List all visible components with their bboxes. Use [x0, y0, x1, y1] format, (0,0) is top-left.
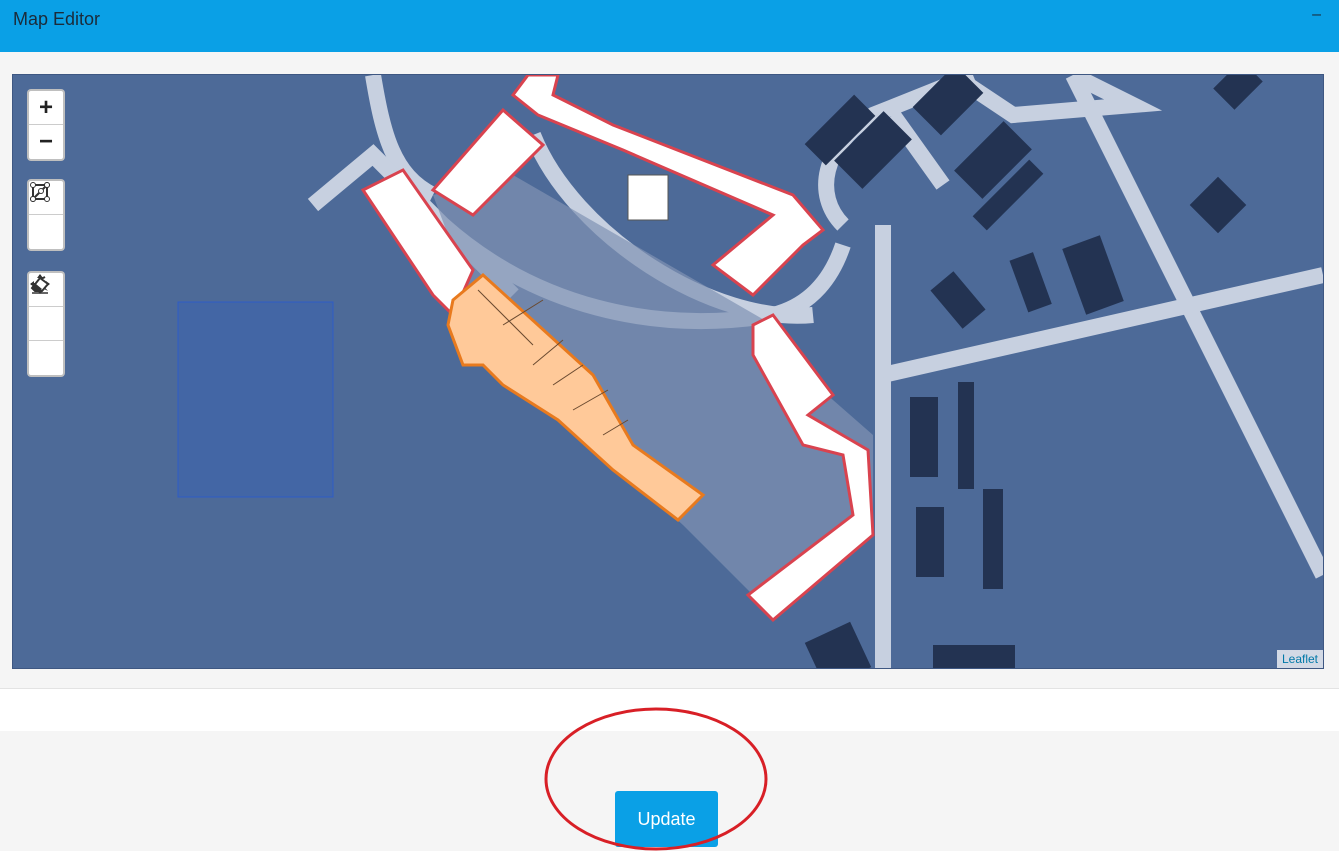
minimize-button[interactable]: –: [1312, 6, 1321, 24]
window-title: Map Editor: [13, 9, 101, 29]
eraser-icon: [30, 276, 50, 294]
zoom-out-button[interactable]: −: [29, 125, 63, 159]
map-attribution[interactable]: Leaflet: [1276, 650, 1323, 668]
edit-toolbar: [27, 271, 65, 377]
map-tiles: [177, 75, 1323, 668]
draw-polyline-button[interactable]: [29, 182, 63, 249]
background-buildings: [804, 75, 1263, 668]
update-button[interactable]: Update: [615, 791, 718, 847]
map-canvas[interactable]: + − Leaflet: [12, 74, 1324, 669]
draw-toolbar: [27, 179, 65, 251]
form-spacer: [0, 688, 1339, 732]
drag-button[interactable]: [29, 274, 63, 341]
window-header: Map Editor –: [0, 0, 1339, 52]
drawn-rectangle[interactable]: [177, 301, 334, 498]
zoom-control: + −: [27, 89, 65, 161]
remove-button[interactable]: [29, 276, 63, 375]
zoom-in-button[interactable]: +: [29, 91, 63, 125]
polyline-icon: [30, 182, 50, 202]
